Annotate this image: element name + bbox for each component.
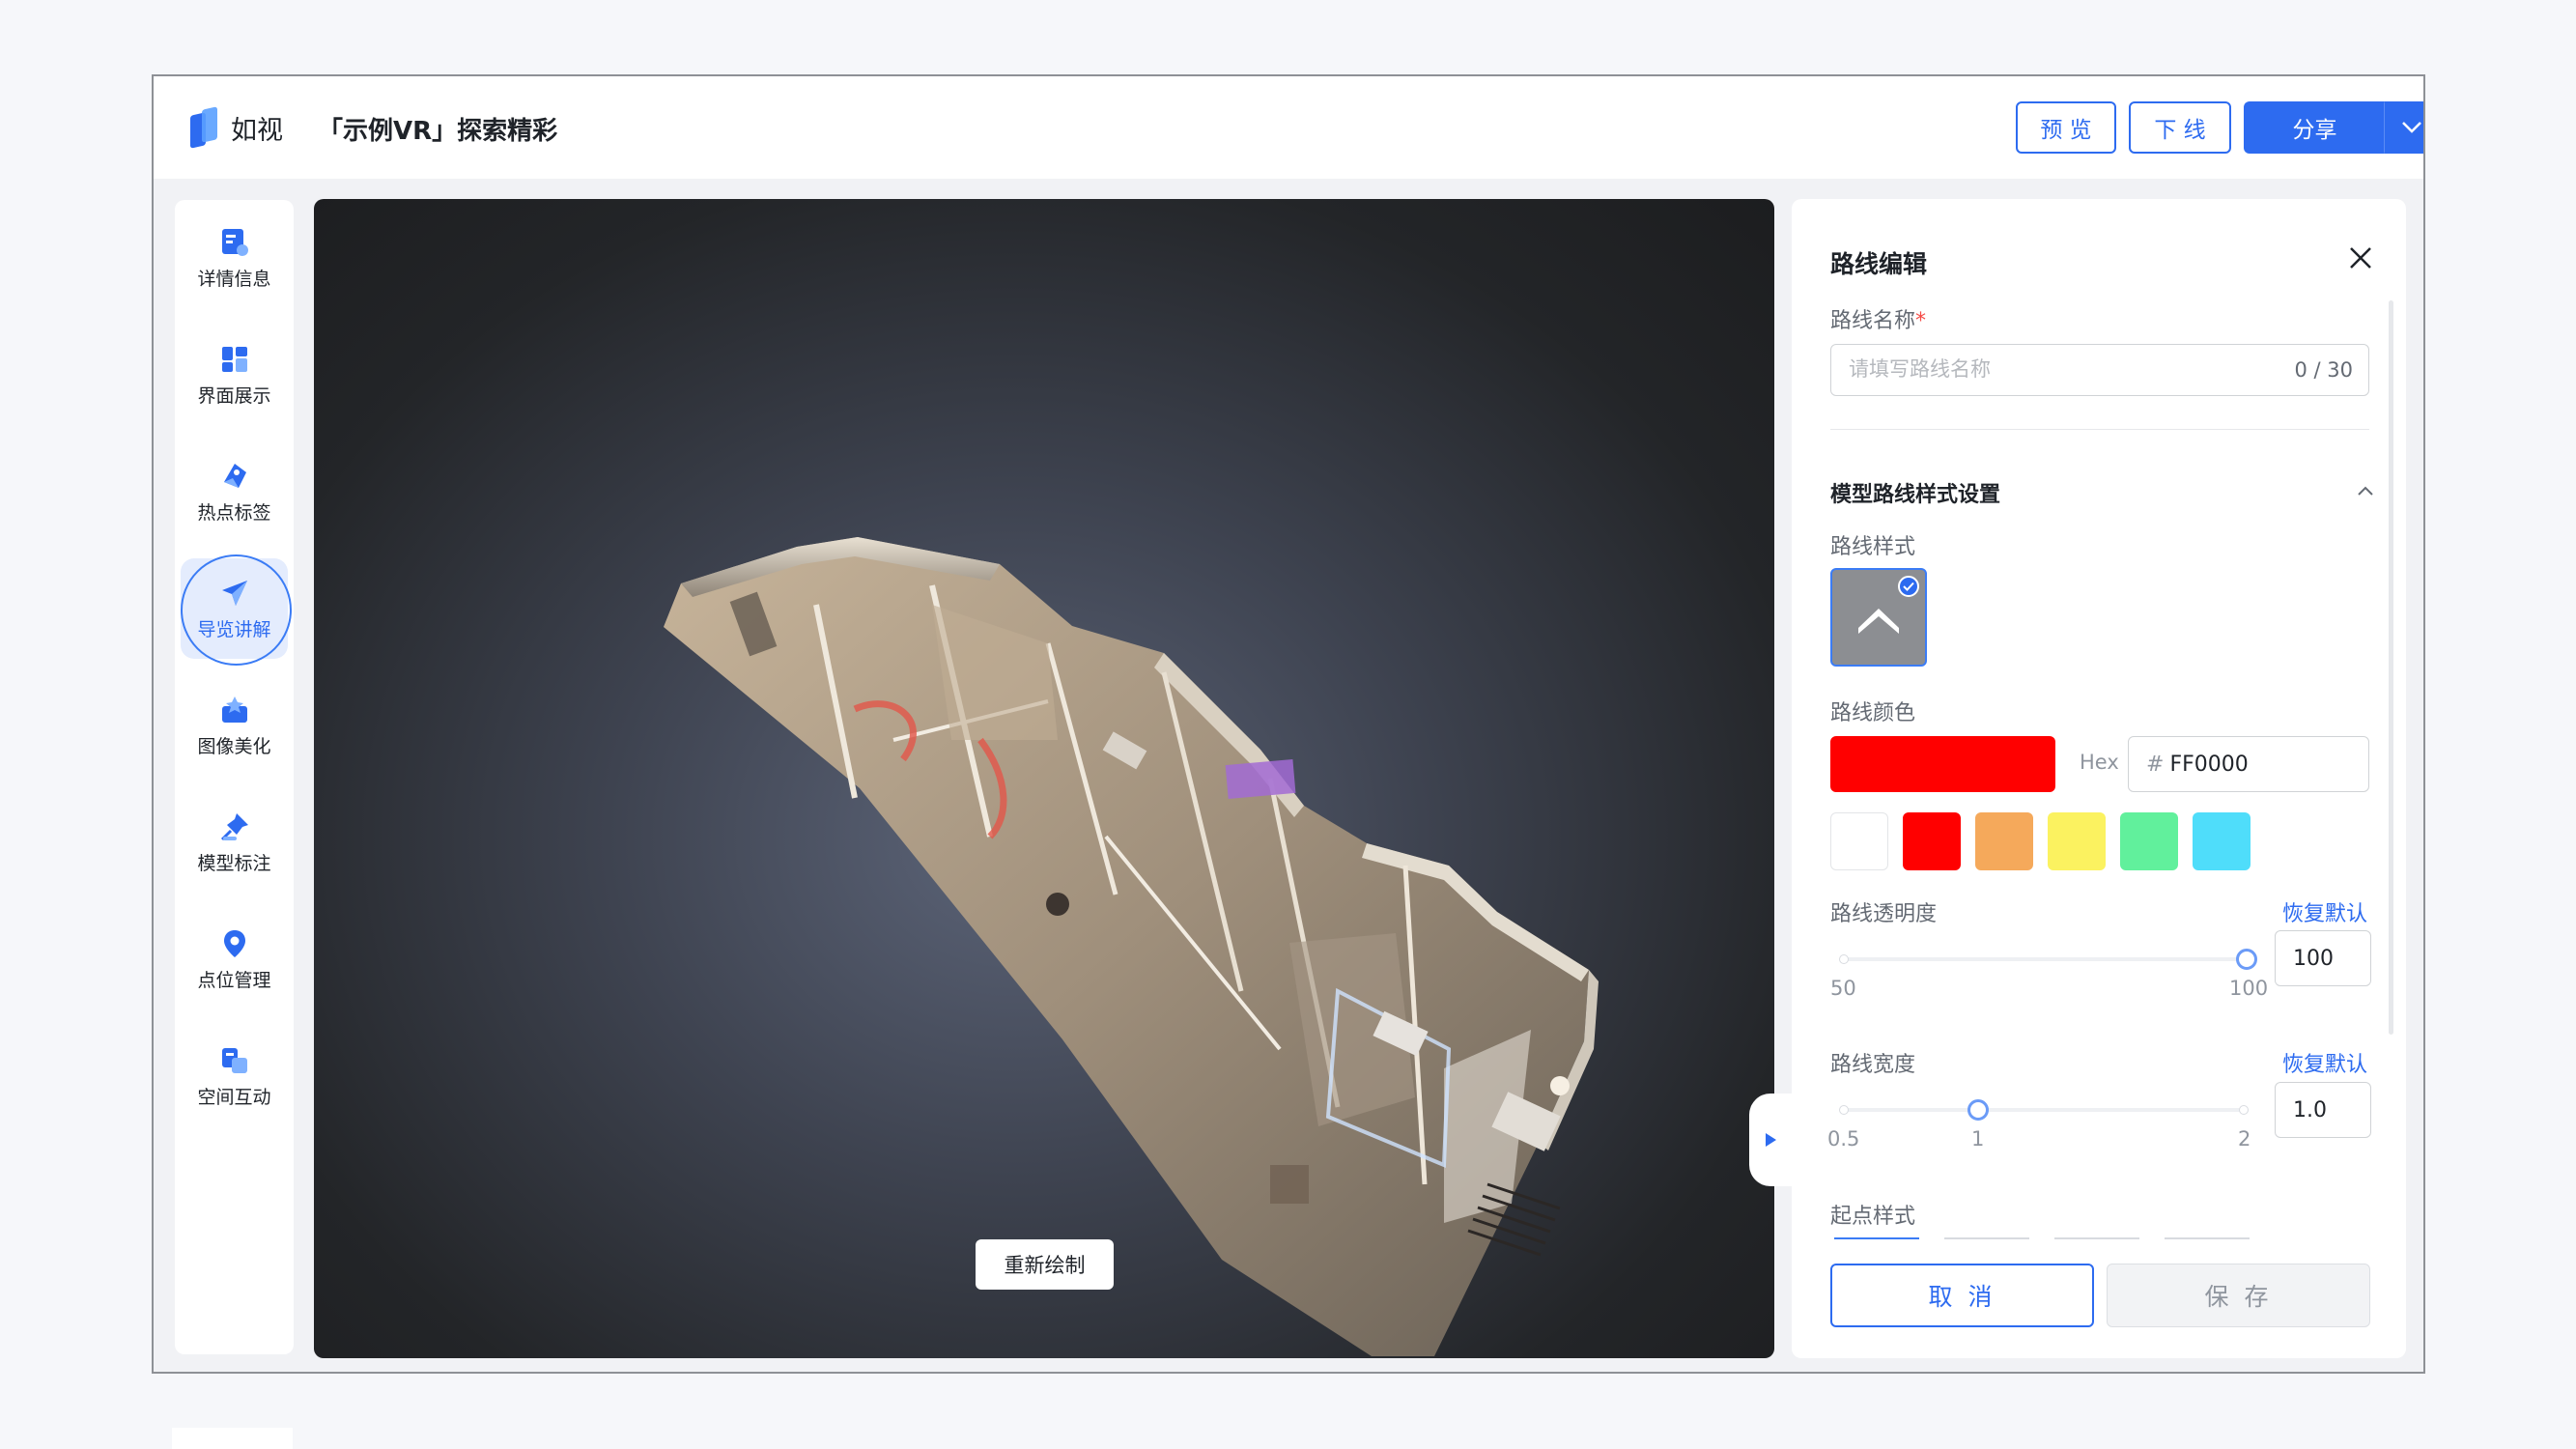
route-opacity-label: 路线透明度 — [1830, 902, 1938, 926]
preset-color-orange[interactable] — [1975, 812, 2033, 870]
route-name-label: 路线名称* — [1830, 309, 1927, 333]
panel-scrollbar[interactable] — [2389, 300, 2393, 1035]
share-button[interactable]: 分享 — [2244, 101, 2385, 154]
sidebar-item-label: 热点标签 — [197, 501, 271, 524]
pushpin-icon — [218, 810, 251, 843]
width-tick: 2 — [2238, 1127, 2251, 1151]
redraw-button[interactable]: 重新绘制 — [976, 1239, 1114, 1290]
sidebar-item-image-enhance[interactable]: 图像美化 — [181, 675, 288, 776]
logo[interactable]: 如视 — [190, 106, 283, 149]
hex-hash: # — [2146, 752, 2165, 777]
sidebar-item-guided-tour[interactable]: 导览讲解 — [181, 554, 292, 666]
preview-button[interactable]: 预 览 — [2016, 101, 2116, 154]
route-name-field[interactable]: 0 / 30 — [1830, 344, 2369, 396]
offline-button[interactable]: 下 线 — [2129, 101, 2231, 154]
hex-value: FF0000 — [2169, 752, 2249, 777]
image-enhance-icon — [218, 694, 251, 726]
dollhouse-3d-model[interactable] — [314, 199, 1774, 1358]
hex-label: Hex — [2080, 751, 2119, 774]
sidebar-item-model-annotation[interactable]: 模型标注 — [181, 792, 288, 893]
start-style-label: 起点样式 — [1830, 1205, 1916, 1229]
sidebar-item-label: 空间互动 — [197, 1086, 271, 1108]
route-width-label: 路线宽度 — [1830, 1053, 1916, 1077]
width-tick: 1 — [1971, 1127, 1985, 1151]
sidebar-item-hotspot-tags[interactable]: 热点标签 — [181, 441, 288, 542]
sidebar-item-label: 界面展示 — [197, 384, 271, 407]
share-dropdown-button[interactable] — [2385, 101, 2423, 154]
width-reset-link[interactable]: 恢复默认 — [2282, 1047, 2367, 1078]
logo-mark-icon — [190, 106, 223, 149]
interaction-icon — [218, 1044, 251, 1077]
background-card-edge — [172, 1428, 293, 1449]
start-style-tab[interactable] — [2165, 1237, 2250, 1239]
sidebar-item-point-management[interactable]: 点位管理 — [181, 909, 288, 1009]
tag-icon — [218, 460, 251, 493]
sidebar-item-label: 模型标注 — [197, 852, 271, 874]
required-mark: * — [1915, 309, 1927, 333]
sidebar-item-layout[interactable]: 界面展示 — [181, 325, 288, 425]
opacity-value-input[interactable]: 100 — [2275, 930, 2371, 986]
caret-right-icon — [1766, 1133, 1776, 1147]
layout-grid-icon — [218, 343, 251, 376]
opacity-slider-track[interactable] — [1843, 957, 2247, 961]
location-pin-icon — [218, 927, 251, 960]
sidebar-item-label: 详情信息 — [197, 268, 271, 290]
sidebar-item-label: 点位管理 — [197, 969, 271, 991]
route-style-label: 路线样式 — [1830, 535, 1916, 559]
chevron-up-arrow-icon — [1858, 609, 1899, 634]
preset-color-cyan[interactable] — [2193, 812, 2250, 870]
page-title: 「示例VR」探索精彩 — [318, 117, 558, 146]
divider — [1830, 429, 2369, 430]
logo-text: 如视 — [231, 115, 283, 146]
start-style-tab[interactable] — [2054, 1237, 2139, 1239]
check-icon — [1898, 576, 1919, 597]
start-style-tab[interactable] — [1944, 1237, 2029, 1239]
route-edit-panel: 路线编辑 路线名称* 0 / 30 模型路线样式设置 路线样式 路线颜色 Hex… — [1792, 199, 2406, 1358]
sidebar-item-label: 导览讲解 — [197, 618, 271, 640]
route-name-char-count: 0 / 30 — [2294, 358, 2353, 382]
route-style-option-arrow[interactable] — [1830, 568, 1927, 667]
opacity-max-tick: 100 — [2229, 977, 2269, 1000]
route-name-input[interactable] — [1849, 345, 2274, 393]
panel-collapse-toggle[interactable] — [1749, 1094, 1792, 1186]
save-button[interactable]: 保 存 — [2107, 1264, 2370, 1327]
width-tick: 0.5 — [1827, 1127, 1860, 1151]
preset-color-red[interactable] — [1903, 812, 1961, 870]
close-icon[interactable] — [2344, 242, 2377, 274]
chevron-up-icon[interactable] — [2356, 481, 2375, 500]
preset-color-white[interactable] — [1830, 812, 1888, 870]
start-style-tab[interactable] — [1834, 1237, 1919, 1239]
route-color-label: 路线颜色 — [1830, 701, 1916, 725]
top-bar: 如视 「示例VR」探索精彩 预 览 下 线 分享 — [154, 76, 2423, 179]
model-viewport[interactable]: 重新绘制 — [314, 199, 1774, 1358]
preset-color-yellow[interactable] — [2048, 812, 2106, 870]
section-title-model-route-style: 模型路线样式设置 — [1830, 483, 2001, 507]
opacity-reset-link[interactable]: 恢复默认 — [2282, 896, 2367, 927]
preset-color-green[interactable] — [2120, 812, 2178, 870]
info-card-icon — [218, 226, 251, 259]
sidebar: 详情信息 界面展示 热点标签 导览讲解 图像美化 模型标注 点位管理 空间互动 — [175, 200, 294, 1354]
chevron-down-icon — [2402, 122, 2421, 133]
opacity-min-tick: 50 — [1830, 977, 1856, 1000]
app-window: 如视 「示例VR」探索精彩 预 览 下 线 分享 详情信息 界面展示 热点标签 — [152, 74, 2425, 1374]
width-slider-track[interactable] — [1843, 1108, 2247, 1112]
hex-input[interactable]: # FF0000 — [2128, 736, 2369, 792]
sidebar-item-space-interaction[interactable]: 空间互动 — [181, 1026, 288, 1126]
panel-title: 路线编辑 — [1830, 250, 1928, 278]
width-value-input[interactable]: 1.0 — [2275, 1082, 2371, 1138]
width-slider-max-dot — [2239, 1105, 2249, 1115]
sidebar-item-details[interactable]: 详情信息 — [181, 208, 288, 308]
sidebar-item-label: 图像美化 — [197, 735, 271, 757]
cancel-button[interactable]: 取 消 — [1830, 1264, 2094, 1327]
paper-plane-icon — [218, 577, 251, 610]
opacity-slider-handle[interactable] — [2236, 949, 2257, 970]
route-color-picker[interactable] — [1830, 736, 2055, 792]
width-slider-handle[interactable] — [1967, 1099, 1989, 1121]
opacity-slider-min-dot — [1839, 954, 1849, 964]
width-slider-min-dot — [1839, 1105, 1849, 1115]
